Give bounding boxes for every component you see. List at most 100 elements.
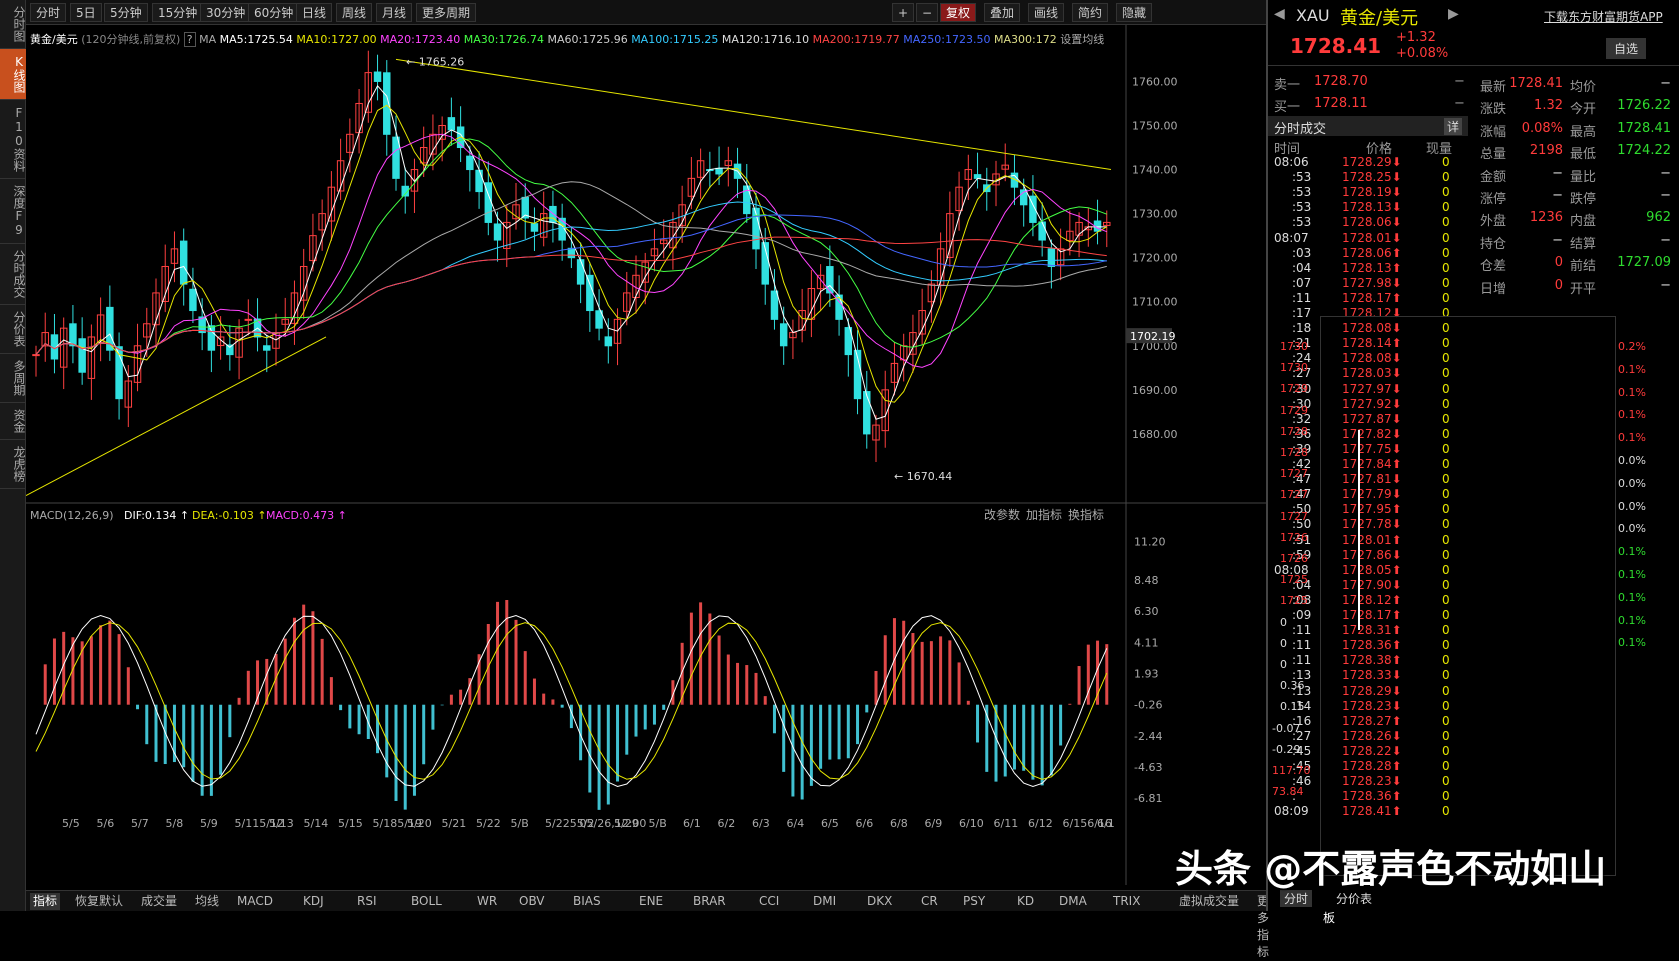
- toolbar-btn-4[interactable]: 画线: [1028, 3, 1065, 22]
- indicator-tab-8[interactable]: WR: [474, 893, 500, 910]
- indicator-tab-18[interactable]: KD: [1014, 893, 1037, 910]
- stat-label2: 最高: [1570, 124, 1597, 140]
- mini-left-tick-6: 1727: [1280, 467, 1308, 481]
- trade-row: :53 1728.19⬇ 0: [1274, 185, 1464, 201]
- macd-tick-8: -6.81: [1134, 792, 1162, 805]
- y-tick-0: 1760.00: [1132, 75, 1178, 88]
- macd-link-1[interactable]: 加指标: [1026, 507, 1062, 522]
- trade-time: :07: [1292, 275, 1312, 290]
- mini-left-tick-11: 1725: [1280, 573, 1308, 587]
- period-tab-4[interactable]: 30分钟: [200, 3, 252, 22]
- toolbar-btn-0[interactable]: +: [892, 3, 915, 22]
- candle-74: [715, 167, 723, 175]
- indicator-tab-6[interactable]: RSI: [354, 893, 380, 910]
- indicator-tab-10[interactable]: BIAS: [570, 893, 604, 910]
- x-tick-30: 6/1: [1097, 817, 1115, 830]
- trades-title: 分时成交: [1274, 122, 1327, 137]
- mini-left-tick-7: 1727: [1280, 488, 1308, 502]
- period-tab-5[interactable]: 60分钟: [248, 3, 300, 22]
- candle-23: [244, 318, 253, 321]
- mini-left-tick-12: 1725: [1280, 594, 1308, 608]
- period-tab-1[interactable]: 5日: [70, 3, 102, 22]
- rail-item-4[interactable]: 分时成交: [0, 244, 26, 305]
- mini-right-tick-11: 0.1%: [1618, 590, 1646, 604]
- indicator-tab-16[interactable]: CR: [918, 893, 941, 910]
- prev-symbol-icon[interactable]: ◀: [1274, 6, 1285, 22]
- indicator-tab-1[interactable]: 恢复默认: [72, 893, 126, 910]
- period-tab-8[interactable]: 月线: [376, 3, 413, 22]
- toolbar-btn-2[interactable]: 复权: [940, 3, 977, 22]
- period-tab-3[interactable]: 15分钟: [152, 3, 204, 22]
- mini-left-tick-13: 0: [1280, 615, 1287, 629]
- trade-row: :11 1728.17⬆ 0: [1274, 291, 1464, 307]
- download-app-link[interactable]: 下载东方财富期货APP: [1544, 8, 1663, 25]
- macd-link-0[interactable]: 改参数: [984, 507, 1020, 522]
- trade-price: 1727.98⬇: [1342, 275, 1402, 290]
- rail-item-6[interactable]: 多周期: [0, 354, 26, 403]
- candle-110: [1047, 248, 1056, 267]
- indicator-tab-13[interactable]: CCI: [756, 893, 782, 910]
- indicator-tab-9[interactable]: OBV: [516, 893, 548, 910]
- rail-item-0[interactable]: 分时图: [0, 0, 26, 49]
- indicator-tab-2[interactable]: 成交量: [138, 893, 180, 910]
- period-tab-6[interactable]: 日线: [296, 3, 333, 22]
- y-tick-8: 1680.00: [1132, 428, 1178, 441]
- x-tick-13: 5/B: [511, 817, 529, 830]
- trades-detail-button[interactable]: 详: [1444, 118, 1463, 135]
- stat-label: 总量: [1480, 147, 1507, 163]
- next-symbol-icon[interactable]: ▶: [1448, 6, 1459, 22]
- mini-left-tick-4: 1728: [1280, 424, 1308, 438]
- candle-50: [493, 223, 502, 241]
- period-tab-0[interactable]: 分时: [30, 3, 67, 22]
- dea-line: [35, 622, 1108, 780]
- indicator-tab-11[interactable]: ENE: [636, 893, 666, 910]
- stat-label: 仓差: [1480, 259, 1507, 275]
- trade-time: :17: [1292, 306, 1312, 320]
- trade-time: :53: [1292, 185, 1312, 200]
- toolbar-btn-5[interactable]: 简约: [1072, 3, 1109, 22]
- indicator-tab-7[interactable]: BOLL: [408, 893, 445, 910]
- add-favorite-button[interactable]: 自选: [1606, 38, 1647, 59]
- rail-item-7[interactable]: 资金: [0, 403, 26, 440]
- trade-time: :11: [1292, 290, 1312, 305]
- rail-item-3[interactable]: 深度F9: [0, 179, 26, 244]
- indicator-tab-19[interactable]: DMA: [1056, 893, 1090, 910]
- x-tick-17: 5/B: [649, 817, 667, 830]
- trade-row: :53 1728.13⬇ 0: [1274, 200, 1464, 216]
- indicator-tab-20[interactable]: TRIX: [1110, 893, 1143, 910]
- mini-right-tick-12: 0.1%: [1618, 613, 1646, 627]
- period-tab-2[interactable]: 5分钟: [104, 3, 148, 22]
- trade-price: 1728.06⬆: [1342, 245, 1402, 260]
- trendline-support: [26, 336, 327, 497]
- candle-81: [779, 323, 788, 347]
- mini-left-tick-0: 1730: [1280, 340, 1308, 353]
- symbol-name: 黄金/美元: [1340, 8, 1419, 29]
- indicator-tab-5[interactable]: KDJ: [300, 893, 327, 910]
- rail-item-1[interactable]: K线图: [0, 49, 26, 100]
- rail-item-8[interactable]: 龙虎榜: [0, 440, 26, 489]
- indicator-tab-0[interactable]: 指标: [30, 893, 61, 910]
- rail-item-5[interactable]: 分价表: [0, 305, 26, 354]
- toolbar-btn-3[interactable]: 叠加: [984, 3, 1021, 22]
- period-tab-9[interactable]: 更多周期: [416, 3, 477, 22]
- x-tick-18: 6/1: [683, 817, 701, 830]
- indicator-tab-4[interactable]: MACD: [234, 893, 276, 910]
- mini-right-tick-2: 0.1%: [1618, 385, 1646, 399]
- toolbar-btn-6[interactable]: 隐藏: [1116, 3, 1153, 22]
- indicator-tab-21[interactable]: 虚拟成交量: [1176, 893, 1242, 910]
- period-tab-7[interactable]: 周线: [336, 3, 373, 22]
- indicator-tab-17[interactable]: PSY: [960, 893, 988, 910]
- y-tick-2: 1740.00: [1132, 164, 1178, 177]
- indicator-tab-14[interactable]: DMI: [810, 893, 839, 910]
- candle-21: [226, 344, 234, 356]
- indicator-tab-12[interactable]: BRAR: [690, 893, 729, 910]
- toolbar-btn-1[interactable]: −: [916, 3, 939, 22]
- indicator-tab-15[interactable]: DKX: [864, 893, 895, 910]
- macd-link-2[interactable]: 换指标: [1068, 507, 1104, 522]
- mini-left-tick-3: 1729: [1280, 403, 1308, 417]
- rail-item-2[interactable]: F10资料: [0, 100, 26, 179]
- indicator-tab-3[interactable]: 均线: [192, 893, 222, 910]
- mini-left-tick-14: 0: [1280, 636, 1287, 650]
- dea-value: DEA:-0.103 ↑: [192, 509, 267, 522]
- x-tick-21: 6/4: [787, 817, 805, 830]
